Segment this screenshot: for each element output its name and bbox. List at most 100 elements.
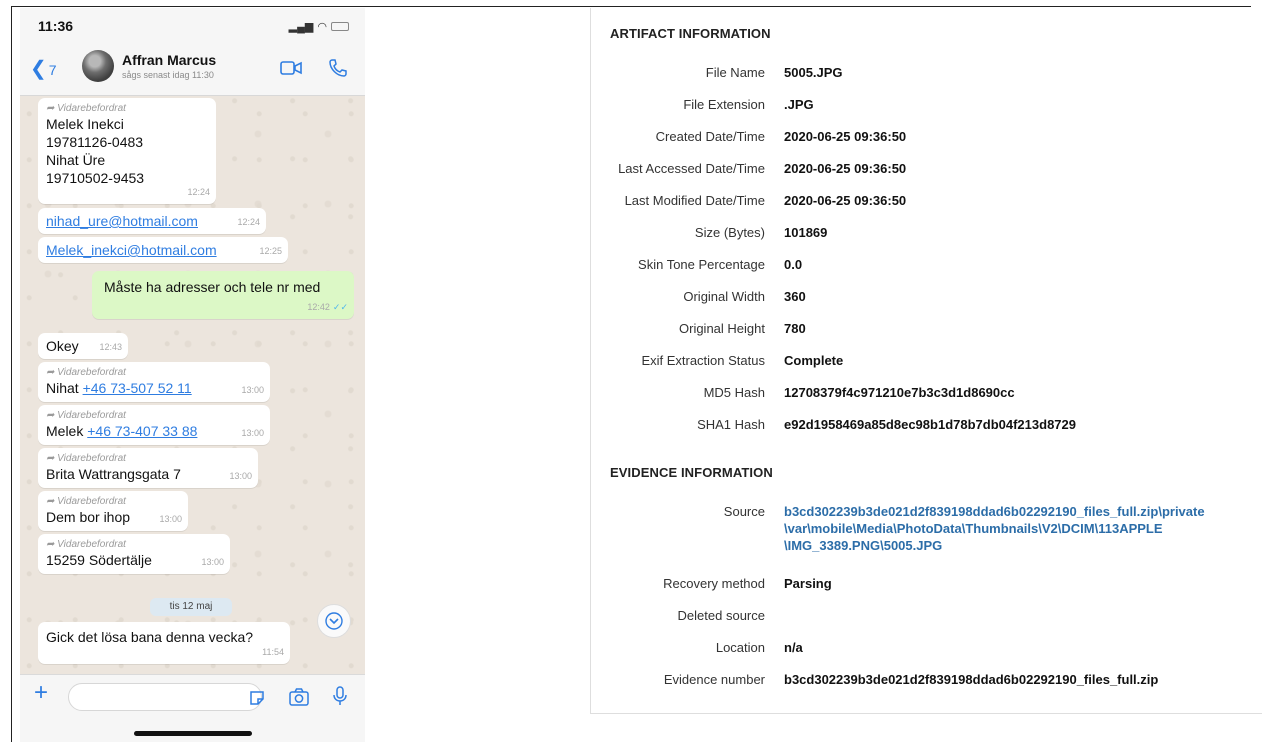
- message-time: 11:54: [262, 647, 284, 657]
- last-modified-value: 2020-06-25 09:36:50: [784, 193, 907, 208]
- artifact-information-title: ARTIFACT INFORMATION: [610, 26, 771, 41]
- signal-icon: ▂▄▆: [288, 21, 314, 33]
- location-label: Location: [715, 640, 765, 655]
- location-value: n/a: [784, 640, 803, 655]
- deleted-source-label: Deleted source: [677, 608, 765, 623]
- scroll-to-bottom-button[interactable]: [317, 604, 351, 638]
- phone-number-link[interactable]: +46 73-407 33 88: [87, 423, 197, 439]
- message-bubble[interactable]: nihad_ure@hotmail.com 12:24: [38, 208, 266, 234]
- message-bubble[interactable]: ➦ Vidarebefordrat Melek Inekci 19781126-…: [38, 98, 216, 204]
- evidence-number-label: Evidence number: [663, 672, 765, 687]
- email-link[interactable]: Melek_inekci@hotmail.com: [46, 242, 217, 258]
- back-button[interactable]: ❮ 7: [30, 56, 57, 81]
- sticker-icon[interactable]: [248, 689, 266, 707]
- original-width-value: 360: [784, 289, 806, 304]
- file-name-label: File Name: [705, 65, 765, 80]
- message-bubble[interactable]: ➦ Vidarebefordrat Dem bor ihop 13:00: [38, 491, 188, 531]
- message-text: Nihat: [46, 380, 79, 396]
- message-bubble[interactable]: Melek_inekci@hotmail.com 12:25: [38, 237, 288, 263]
- message-bubble[interactable]: ➦ Vidarebefordrat Melek +46 73-407 33 88…: [38, 405, 270, 445]
- last-accessed-label: Last Accessed Date/Time: [618, 161, 765, 176]
- message-line: Melek Inekci: [46, 116, 124, 132]
- message-bubble[interactable]: ➦ Vidarebefordrat 15259 Södertälje 13:00: [38, 534, 230, 574]
- md5-hash-label: MD5 Hash: [703, 385, 765, 400]
- sha1-hash-value: e92d1958469a85d8ec98b1d78b7db04f213d8729: [784, 417, 1076, 432]
- message-input-bar: +: [20, 674, 365, 742]
- message-time: 13:00: [241, 385, 264, 395]
- forwarded-label: ➦ Vidarebefordrat: [46, 103, 126, 114]
- message-time: 13:00: [229, 471, 252, 481]
- message-time: 12:42 ✓✓: [307, 302, 348, 312]
- file-name-value: 5005.JPG: [784, 65, 843, 80]
- created-datetime-label: Created Date/Time: [655, 129, 765, 144]
- chat-screenshot: 11:36 ▂▄▆ ◠ ❮ 7 Affran Marcus sågs senas…: [20, 8, 365, 742]
- message-input[interactable]: [68, 683, 262, 711]
- message-bubble[interactable]: ➦ Vidarebefordrat Nihat +46 73-507 52 11…: [38, 362, 270, 402]
- message-text: Okey: [46, 338, 79, 354]
- message-line: 19781126-0483: [46, 134, 144, 150]
- file-extension-value: .JPG: [784, 97, 814, 112]
- exif-status-label: Exif Extraction Status: [641, 353, 765, 368]
- message-text: Brita Wattrangsgata 7: [46, 466, 181, 482]
- message-time: 12:24: [237, 217, 260, 227]
- contact-name[interactable]: Affran Marcus: [122, 52, 216, 68]
- size-label: Size (Bytes): [694, 225, 765, 240]
- camera-icon[interactable]: [288, 687, 310, 707]
- message-text: 15259 Södertälje: [46, 552, 152, 568]
- created-datetime-value: 2020-06-25 09:36:50: [784, 129, 907, 144]
- forwarded-label: ➦ Vidarebefordrat: [46, 410, 126, 421]
- message-time: 12:24: [187, 187, 210, 197]
- source-path-line: \IMG_3389.PNG\5005.JPG: [784, 538, 943, 553]
- exif-status-value: Complete: [784, 353, 844, 368]
- message-time: 12:25: [259, 246, 282, 256]
- skin-tone-label: Skin Tone Percentage: [638, 257, 765, 272]
- source-path-line: \var\mobile\Media\PhotoData\Thumbnails\V…: [784, 521, 1163, 536]
- size-value: 101869: [784, 225, 828, 240]
- avatar[interactable]: [82, 50, 114, 82]
- chevron-left-icon: ❮: [30, 58, 47, 80]
- battery-icon: [331, 22, 349, 31]
- unread-count: 7: [48, 62, 57, 78]
- frame-top-border: [11, 6, 1251, 7]
- last-modified-label: Last Modified Date/Time: [624, 193, 765, 208]
- status-icons: ▂▄▆ ◠: [289, 20, 349, 33]
- source-path-link[interactable]: b3cd302239b3de021d2f839198ddad6b02292190…: [784, 503, 1262, 554]
- status-time: 11:36: [38, 18, 74, 34]
- message-bubble[interactable]: ➦ Vidarebefordrat Brita Wattrangsgata 7 …: [38, 448, 258, 488]
- sha1-hash-label: SHA1 Hash: [697, 417, 765, 432]
- message-bubble-outgoing[interactable]: Måste ha adresser och tele nr med 12:42 ✓…: [92, 271, 354, 319]
- evidence-number-value: b3cd302239b3de021d2f839198ddad6b02292190…: [784, 672, 1159, 687]
- message-text: Melek: [46, 423, 84, 439]
- status-bar: 11:36 ▂▄▆ ◠: [20, 8, 365, 46]
- recovery-method-value: Parsing: [784, 576, 832, 591]
- message-bubble[interactable]: Okey 12:43: [38, 333, 128, 359]
- message-text: Dem bor ihop: [46, 509, 131, 525]
- message-text: Måste ha adresser och tele nr med: [104, 279, 321, 295]
- artifact-details-panel: ARTIFACT INFORMATION File Name 5005.JPG …: [590, 8, 1262, 714]
- date-separator: tis 12 maj: [150, 598, 232, 616]
- forwarded-label: ➦ Vidarebefordrat: [46, 367, 126, 378]
- wifi-icon: ◠: [317, 21, 327, 33]
- message-time: 13:00: [241, 428, 264, 438]
- frame-left-border: [11, 6, 12, 742]
- chevron-down-icon: [325, 612, 343, 630]
- phone-number-link[interactable]: +46 73-507 52 11: [83, 380, 192, 396]
- md5-hash-value: 12708379f4c971210e7b3c3d1d8690cc: [784, 385, 1015, 400]
- contact-last-seen: sågs senast idag 11:30: [122, 70, 214, 80]
- plus-icon[interactable]: +: [34, 679, 48, 707]
- phone-call-icon[interactable]: [328, 58, 348, 78]
- microphone-icon[interactable]: [332, 685, 348, 707]
- source-label: Source: [723, 504, 765, 519]
- original-width-label: Original Width: [683, 289, 765, 304]
- email-link[interactable]: nihad_ure@hotmail.com: [46, 213, 198, 229]
- message-text: Gick det lösa bana denna vecka?: [46, 629, 254, 645]
- message-bubble[interactable]: Gick det lösa bana denna vecka? 11:54: [38, 622, 290, 664]
- message-line: Nihat Üre: [46, 152, 106, 168]
- original-height-value: 780: [784, 321, 806, 336]
- chat-header: ❮ 7 Affran Marcus sågs senast idag 11:30: [20, 46, 365, 96]
- read-ticks-icon: ✓✓: [332, 302, 348, 312]
- recovery-method-label: Recovery method: [663, 576, 765, 591]
- message-time: 12:43: [99, 342, 122, 352]
- forwarded-label: ➦ Vidarebefordrat: [46, 539, 126, 550]
- video-call-icon[interactable]: [280, 60, 302, 76]
